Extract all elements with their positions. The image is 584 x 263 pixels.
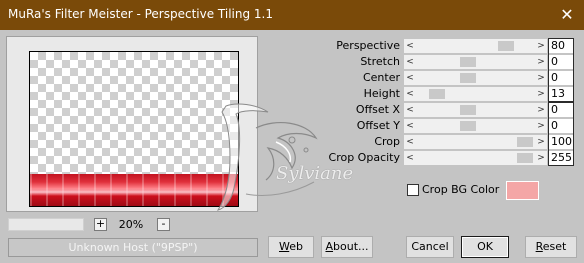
param-slider[interactable]: < > bbox=[404, 71, 547, 85]
web-mnemonic: W bbox=[279, 240, 290, 253]
status-bar: Unknown Host ("9PSP") bbox=[8, 238, 258, 257]
param-slider[interactable]: < > bbox=[404, 151, 547, 165]
param-slider[interactable]: < > bbox=[404, 39, 547, 53]
close-icon[interactable]: ✕ bbox=[556, 4, 578, 25]
slider-right-arrow-icon[interactable]: > bbox=[535, 119, 547, 133]
zoom-in-button[interactable]: + bbox=[94, 218, 107, 231]
param-slider[interactable]: < > bbox=[404, 87, 547, 101]
slider-thumb[interactable] bbox=[460, 121, 476, 131]
title-bar[interactable]: MuRa's Filter Meister - Perspective Tili… bbox=[0, 0, 584, 30]
crop-bg-color-checkbox[interactable] bbox=[407, 184, 419, 196]
param-slider[interactable]: < > bbox=[404, 103, 547, 117]
slider-right-arrow-icon[interactable]: > bbox=[535, 151, 547, 165]
slider-thumb[interactable] bbox=[517, 137, 533, 147]
zoom-out-button[interactable]: - bbox=[157, 218, 170, 231]
slider-left-arrow-icon[interactable]: < bbox=[404, 103, 416, 117]
watermark-signature: Sylviane bbox=[276, 163, 354, 184]
reset-label-rest: eset bbox=[542, 240, 567, 253]
param-label: Center bbox=[362, 71, 400, 84]
window-title: MuRa's Filter Meister - Perspective Tili… bbox=[8, 7, 273, 21]
reset-mnemonic: R bbox=[535, 240, 543, 253]
filter-dialog: MuRa's Filter Meister - Perspective Tili… bbox=[0, 0, 584, 263]
slider-thumb[interactable] bbox=[460, 73, 476, 83]
param-slider[interactable]: < > bbox=[404, 135, 547, 149]
param-slider[interactable]: < > bbox=[404, 55, 547, 69]
about-button[interactable]: About... bbox=[321, 236, 373, 258]
slider-right-arrow-icon[interactable]: > bbox=[535, 39, 547, 53]
preview-scroll-bar[interactable] bbox=[8, 218, 84, 231]
slider-left-arrow-icon[interactable]: < bbox=[404, 71, 416, 85]
slider-left-arrow-icon[interactable]: < bbox=[404, 135, 416, 149]
ok-button[interactable]: OK bbox=[461, 236, 509, 258]
value-group-top bbox=[548, 38, 574, 102]
slider-thumb[interactable] bbox=[460, 57, 476, 67]
slider-thumb[interactable] bbox=[429, 89, 445, 99]
crop-bg-color-label: Crop BG Color bbox=[422, 183, 500, 196]
param-label: Perspective bbox=[336, 39, 400, 52]
slider-right-arrow-icon[interactable]: > bbox=[535, 71, 547, 85]
zoom-level: 20% bbox=[118, 218, 144, 231]
slider-left-arrow-icon[interactable]: < bbox=[404, 39, 416, 53]
param-label: Height bbox=[363, 87, 400, 100]
web-label-rest: eb bbox=[289, 240, 303, 253]
crop-bg-color-swatch[interactable] bbox=[506, 181, 539, 200]
slider-left-arrow-icon[interactable]: < bbox=[404, 55, 416, 69]
slider-left-arrow-icon[interactable]: < bbox=[404, 151, 416, 165]
param-label: Stretch bbox=[360, 55, 400, 68]
web-button[interactable]: Web bbox=[268, 236, 314, 258]
slider-left-arrow-icon[interactable]: < bbox=[404, 119, 416, 133]
value-group-bottom bbox=[548, 102, 574, 166]
cancel-button[interactable]: Cancel bbox=[406, 236, 454, 258]
about-label-rest: bout... bbox=[333, 240, 369, 253]
reset-button[interactable]: Reset bbox=[525, 236, 577, 258]
slider-right-arrow-icon[interactable]: > bbox=[535, 135, 547, 149]
param-label: Offset X bbox=[355, 103, 400, 116]
slider-left-arrow-icon[interactable]: < bbox=[404, 87, 416, 101]
slider-thumb[interactable] bbox=[517, 153, 533, 163]
param-label: Offset Y bbox=[356, 119, 400, 132]
about-mnemonic: A bbox=[325, 240, 334, 253]
param-label: Crop bbox=[374, 135, 400, 148]
param-slider[interactable]: < > bbox=[404, 119, 547, 133]
slider-right-arrow-icon[interactable]: > bbox=[535, 103, 547, 117]
slider-right-arrow-icon[interactable]: > bbox=[535, 87, 547, 101]
param-label: Crop Opacity bbox=[328, 151, 400, 164]
slider-right-arrow-icon[interactable]: > bbox=[535, 55, 547, 69]
slider-thumb[interactable] bbox=[498, 41, 514, 51]
slider-thumb[interactable] bbox=[460, 105, 476, 115]
